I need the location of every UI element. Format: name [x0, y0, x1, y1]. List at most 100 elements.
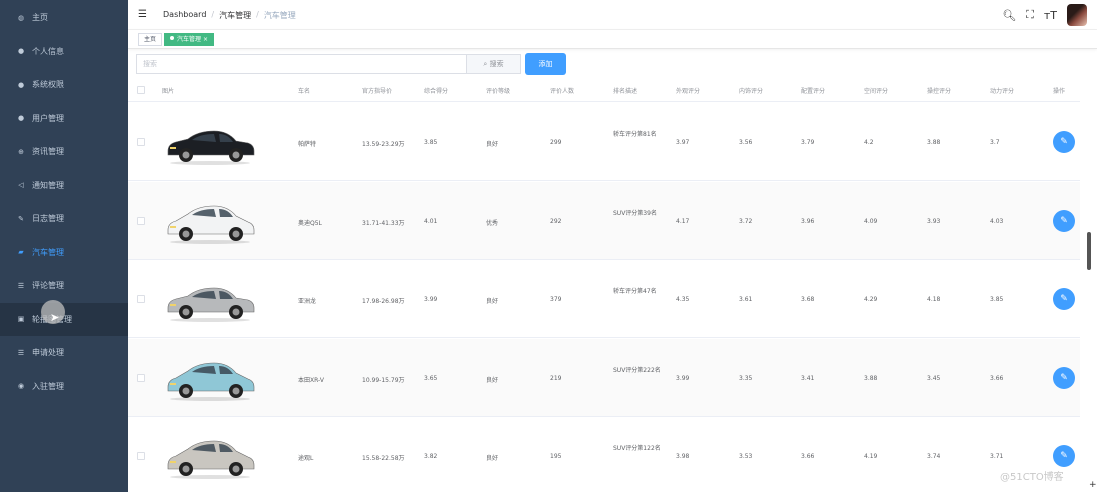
search-icon: ⌕	[483, 60, 488, 68]
cell-config: 3.79	[801, 139, 815, 146]
breadcrumb-dashboard[interactable]: Dashboard	[163, 10, 206, 21]
cell-space: 3.88	[864, 374, 878, 382]
edit-icon: ✎	[1060, 215, 1068, 226]
cell-name: 亚洲龙	[298, 298, 317, 305]
edit-icon: ✎	[1060, 137, 1068, 147]
cell-handling: 4.18	[927, 296, 941, 303]
column-header: 综合得分	[424, 88, 449, 95]
cell-price: 10.99-15.79万	[362, 376, 405, 384]
search-icon[interactable]: 🔍︎	[1002, 9, 1016, 22]
cell-name: 奥迪Q5L	[298, 219, 322, 227]
table-row[interactable]: 途观L 15.58-22.58万 3.82 良好 195 SUV评分第122名 3.98 3.…	[128, 417, 1080, 492]
speaker-icon: ◁	[18, 181, 24, 189]
sidebar-item-label: 用户管理	[32, 113, 64, 123]
cell-exterior: 3.99	[676, 374, 690, 382]
sidebar-item[interactable]: ◉ 入驻管理	[0, 370, 128, 403]
cell-power: 3.85	[990, 296, 1004, 303]
sidebar-item[interactable]: ☰ 评论管理	[0, 269, 128, 302]
add-button[interactable]: 添加	[525, 53, 566, 75]
row-checkbox[interactable]	[137, 216, 145, 225]
edit-button[interactable]: ✎	[1053, 131, 1075, 153]
cell-count: 299	[550, 139, 562, 146]
tag-home[interactable]: 主页	[138, 33, 163, 46]
table-row[interactable]: 亚洲龙 17.98-26.98万 3.99 良好 379 轿车评分第47名 4.35 3.61…	[128, 260, 1080, 338]
cell-name: 帕萨特	[298, 141, 317, 148]
table-row[interactable]: 帕萨特 13.59-23.29万 3.85 良好 299 轿车评分第81名 3.97 3.56…	[128, 103, 1080, 181]
table-row[interactable]: 本田XR-V 10.99-15.79万 3.65 良好 219 SUV评分第222名 3.9…	[128, 338, 1080, 417]
edit-button[interactable]: ✎	[1053, 445, 1075, 467]
column-header: 外观评分	[676, 88, 701, 95]
avatar[interactable]	[1067, 4, 1087, 26]
sidebar-item-label: 入驻管理	[32, 381, 64, 391]
search-button-label: 搜索	[489, 60, 504, 68]
cell-handling: 3.93	[927, 217, 941, 225]
rank-description: SUV评分第39名	[613, 209, 657, 217]
cell-price: 13.59-23.29万	[362, 141, 405, 148]
cell-config: 3.66	[801, 453, 815, 460]
cell-price: 15.58-22.58万	[362, 455, 405, 462]
cell-exterior: 3.98	[676, 453, 690, 460]
breadcrumb-car-management[interactable]: 汽车管理	[219, 10, 251, 21]
edit-button[interactable]: ✎	[1053, 288, 1075, 310]
search-toolbar: 搜索 ⌕ 搜索 添加	[128, 52, 1097, 76]
column-header: 官方指导价	[362, 88, 393, 95]
row-checkbox[interactable]	[137, 295, 145, 303]
car-image	[162, 196, 258, 246]
cell-level: 优秀	[486, 219, 499, 227]
search-input[interactable]: 搜索	[136, 54, 466, 74]
column-header: 评价人数	[550, 88, 575, 95]
car-icon: ▰	[18, 248, 24, 256]
cell-price: 31.71-41.33万	[362, 219, 405, 227]
image-icon: ▣	[17, 315, 25, 323]
dashboard-icon: ◍	[17, 13, 25, 22]
cell-level: 良好	[486, 141, 499, 148]
row-checkbox[interactable]	[137, 138, 145, 146]
tag-current[interactable]: 汽车管理 ×	[164, 33, 214, 46]
cell-count: 195	[550, 453, 562, 460]
rank-description: SUV评分第222名	[613, 366, 661, 374]
fullscreen-icon[interactable]: ⛶	[1026, 8, 1034, 22]
tag-current-label: 汽车管理	[177, 36, 202, 43]
cell-config: 3.41	[801, 374, 815, 382]
edit-button[interactable]: ✎	[1053, 366, 1075, 389]
sidebar-item[interactable]: ● 个人信息	[0, 35, 128, 68]
row-checkbox[interactable]	[137, 373, 145, 382]
rank-description: SUV评分第122名	[613, 445, 661, 452]
sidebar-item[interactable]: ▰ 汽车管理	[0, 236, 128, 269]
sidebar-item[interactable]: ● 用户管理	[0, 102, 128, 135]
info-icon: ◉	[17, 382, 25, 390]
hamburger-icon[interactable]: ☰	[138, 9, 147, 20]
sidebar-item-label: 主页	[32, 13, 48, 22]
tags-view: 主页 汽车管理 ×	[128, 30, 1097, 49]
font-size-icon[interactable]: тT	[1044, 9, 1057, 22]
edit-button[interactable]: ✎	[1053, 209, 1075, 232]
column-header: 空间评分	[864, 88, 889, 95]
edit-icon: ✎	[1060, 451, 1068, 461]
table-row[interactable]: 奥迪Q5L 31.71-41.33万 4.01 优秀 292 SUV评分第39名 4.17 3…	[128, 181, 1080, 260]
sidebar-item[interactable]: ⊕ 资讯管理	[0, 135, 128, 168]
cell-config: 3.68	[801, 296, 815, 303]
sidebar-item[interactable]: ✎ 日志管理	[0, 202, 128, 235]
column-header: 配置评分	[801, 88, 826, 95]
cell-interior: 3.61	[739, 296, 753, 303]
sidebar-item-label: 申请处理	[32, 348, 64, 357]
search-button[interactable]: ⌕ 搜索	[466, 54, 521, 74]
sidebar-item[interactable]: ☰ 申请处理	[0, 336, 128, 369]
select-all-checkbox[interactable]	[137, 86, 145, 94]
cell-count: 219	[550, 374, 562, 382]
cell-name: 本田XR-V	[298, 376, 324, 384]
column-header: 评价等级	[486, 88, 511, 95]
column-header: 操控评分	[927, 88, 952, 95]
close-icon[interactable]: ×	[203, 36, 208, 43]
navbar-right: 🔍︎ ⛶ тT	[1002, 4, 1087, 26]
scrollbar[interactable]	[1087, 232, 1091, 270]
row-checkbox[interactable]	[137, 452, 145, 460]
sidebar-item[interactable]: ◁ 通知管理	[0, 169, 128, 202]
users-icon: ●	[17, 114, 25, 122]
cell-handling: 3.88	[927, 139, 941, 146]
sidebar-item[interactable]: ● 系统权限	[0, 68, 128, 101]
sidebar-item[interactable]: ◍ 主页	[0, 1, 128, 34]
pencil-icon: ✎	[18, 214, 24, 223]
breadcrumb-separator: /	[256, 10, 259, 19]
column-header: 内饰评分	[739, 88, 764, 95]
